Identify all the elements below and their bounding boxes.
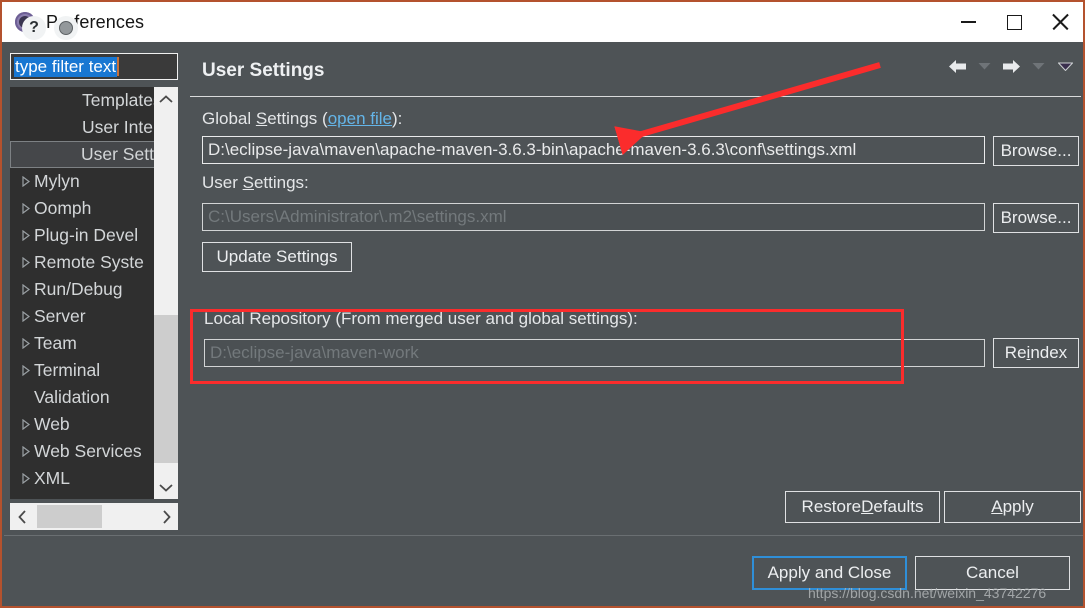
tree-item-validation[interactable]: Validation: [10, 384, 178, 411]
expand-arrow-icon[interactable]: [18, 311, 34, 322]
tree-item-user-settings[interactable]: User Setting: [10, 141, 178, 168]
local-repository-input[interactable]: D:\eclipse-java\maven-work: [204, 339, 985, 367]
back-menu-chevron-down-icon[interactable]: [972, 54, 996, 78]
user-settings-label: User Settings:: [202, 173, 309, 192]
expand-arrow-icon[interactable]: [18, 203, 34, 214]
scrollbar-thumb[interactable]: [154, 315, 178, 463]
update-settings-button[interactable]: Update Settings: [202, 242, 352, 272]
expand-arrow-icon[interactable]: [18, 176, 34, 187]
view-menu-chevron-icon[interactable]: [1053, 54, 1077, 78]
expand-arrow-icon[interactable]: [18, 419, 34, 430]
settings-circle-icon[interactable]: [54, 16, 78, 40]
maximize-button[interactable]: [991, 2, 1037, 42]
tree-item-label: Oomph: [34, 198, 92, 218]
tree-item-team[interactable]: Team: [10, 330, 178, 357]
scroll-up-icon[interactable]: [154, 87, 178, 111]
tree-item-xml[interactable]: XML: [10, 465, 178, 492]
user-settings-browse-button[interactable]: Browse...: [993, 203, 1079, 233]
expand-arrow-icon[interactable]: [18, 284, 34, 295]
expand-arrow-icon[interactable]: [18, 446, 34, 457]
reindex-button[interactable]: Re i ndex: [993, 338, 1079, 368]
tree-horizontal-scrollbar[interactable]: [10, 503, 178, 530]
expand-arrow-icon[interactable]: [18, 338, 34, 349]
tree-item-web[interactable]: Web: [10, 411, 178, 438]
help-question-icon[interactable]: ?: [22, 16, 46, 40]
user-settings-input[interactable]: C:\Users\Administrator\.m2\settings.xml: [202, 203, 985, 231]
back-arrow-icon[interactable]: [945, 54, 969, 78]
tree-item-templates[interactable]: Templates: [10, 87, 178, 114]
scroll-left-icon[interactable]: [10, 503, 34, 530]
restore-defaults-button[interactable]: Restore Defaults: [785, 491, 940, 523]
close-button[interactable]: [1037, 2, 1083, 42]
tree-item-plug-in-development[interactable]: Plug-in Devel: [10, 222, 178, 249]
global-settings-label: Global Settings (open file):: [202, 109, 403, 128]
minimize-button[interactable]: [945, 2, 991, 42]
tree-vertical-scrollbar[interactable]: [154, 87, 178, 499]
expand-arrow-icon[interactable]: [18, 257, 34, 268]
filter-input[interactable]: type filter text: [10, 53, 178, 80]
tree-item-label: Plug-in Devel: [34, 225, 139, 245]
window-titlebar: Preferences: [2, 2, 1083, 42]
tree-item-mylyn[interactable]: Mylyn: [10, 168, 178, 195]
global-settings-browse-button[interactable]: Browse...: [993, 136, 1079, 166]
open-file-link[interactable]: open file: [328, 109, 392, 128]
tree-item-label: XML: [34, 468, 70, 488]
text-caret: [117, 57, 119, 76]
panel-navigation: [945, 54, 1077, 78]
tree-item-web-services[interactable]: Web Services: [10, 438, 178, 465]
tree-item-label: Remote Syste: [34, 252, 144, 272]
forward-arrow-icon[interactable]: [999, 54, 1023, 78]
filter-input-value: type filter text: [14, 56, 118, 77]
scrollbar-thumb[interactable]: [37, 505, 102, 528]
tree-item-run-debug[interactable]: Run/Debug: [10, 276, 178, 303]
tree-item-server[interactable]: Server: [10, 303, 178, 330]
expand-arrow-icon[interactable]: [18, 365, 34, 376]
tree-item-label: Server: [34, 306, 86, 326]
tree-item-label: Terminal: [34, 360, 101, 380]
expand-arrow-icon[interactable]: [18, 230, 34, 241]
expand-arrow-icon[interactable]: [18, 473, 34, 484]
tree-item-label: Templates: [82, 90, 162, 110]
global-settings-input[interactable]: D:\eclipse-java\maven\apache-maven-3.6.3…: [202, 136, 985, 164]
divider: [190, 96, 1081, 97]
preferences-window: Preferences type filter text Templates U…: [0, 0, 1085, 608]
tree-item-oomph[interactable]: Oomph: [10, 195, 178, 222]
window-controls: [945, 2, 1083, 42]
tree-item-label: Mylyn: [34, 171, 80, 191]
tree-item-label: Validation: [34, 387, 110, 407]
page-title: User Settings: [202, 60, 325, 81]
tree-item-label: Web: [34, 414, 70, 434]
watermark-text: https://blog.csdn.net/weixin_43742276: [808, 585, 1047, 601]
tree-item-label: Team: [34, 333, 77, 353]
tree-item-label: Web Services: [34, 441, 142, 461]
preferences-tree[interactable]: Templates User Interfa User Setting Myly…: [10, 87, 178, 499]
tree-item-remote-systems[interactable]: Remote Syste: [10, 249, 178, 276]
local-repository-label: Local Repository (From merged user and g…: [204, 309, 638, 328]
tree-item-terminal[interactable]: Terminal: [10, 357, 178, 384]
user-settings-panel: User Settings Global Settings (open file…: [190, 44, 1083, 535]
apply-button[interactable]: Apply: [944, 491, 1081, 523]
tree-item-label: Run/Debug: [34, 279, 123, 299]
preferences-sidebar: type filter text Templates User Interfa …: [4, 42, 184, 535]
scroll-down-icon[interactable]: [154, 475, 178, 499]
forward-menu-chevron-down-icon[interactable]: [1026, 54, 1050, 78]
tree-item-user-interface[interactable]: User Interfa: [10, 114, 178, 141]
scroll-right-icon[interactable]: [154, 503, 178, 530]
